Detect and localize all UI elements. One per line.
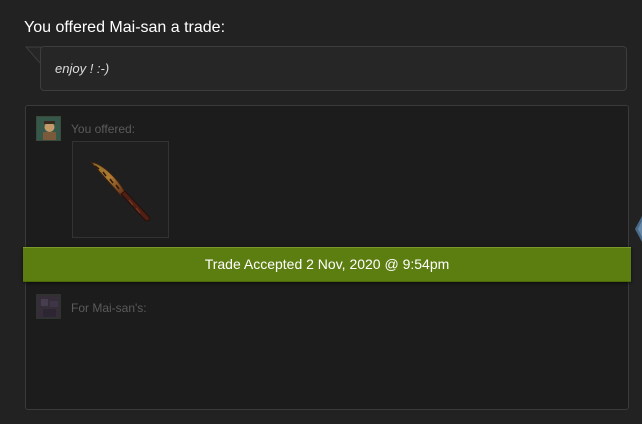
trade-message-text: enjoy ! :-) (55, 61, 110, 76)
partner-avatar-image-icon (37, 295, 60, 318)
you-offered-label: You offered: (71, 122, 136, 136)
trade-offer-page: You offered Mai-san a trade: enjoy ! :-)… (0, 0, 642, 424)
knife-item-icon (89, 161, 150, 222)
your-avatar[interactable] (36, 116, 61, 141)
side-nav-arrow-icon[interactable] (633, 214, 642, 244)
trade-accepted-banner: Trade Accepted 2 Nov, 2020 @ 9:54pm (23, 247, 631, 282)
for-partner-label: For Mai-san's: (71, 301, 147, 315)
trade-heading: You offered Mai-san a trade: (24, 19, 226, 36)
partner-avatar[interactable] (36, 294, 61, 319)
avatar-image-icon (37, 117, 60, 140)
trade-message-bubble: enjoy ! :-) (40, 46, 627, 91)
offered-item-slot[interactable] (72, 141, 169, 238)
